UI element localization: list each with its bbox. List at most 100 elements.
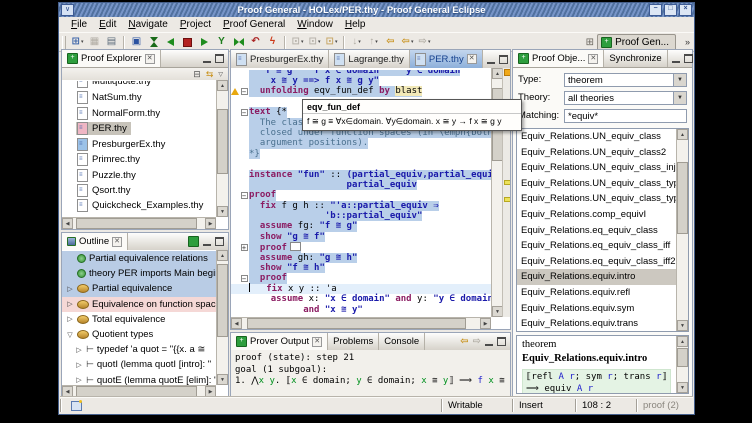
- outline-item[interactable]: ▷Equivalence on function spaces: [62, 297, 216, 312]
- theorem-list-item[interactable]: Equiv_Relations.eq_equiv_class_iff2: [517, 254, 676, 270]
- explorer-item[interactable]: NormalForm.thy: [62, 106, 216, 122]
- print-button[interactable]: ▤: [103, 34, 120, 50]
- explorer-horizontal-scrollbar[interactable]: ◀ ▶: [62, 217, 216, 229]
- open-book-button[interactable]: ▣: [128, 34, 145, 50]
- tab-proof-objects[interactable]: + Proof Obje... ✕: [513, 50, 604, 67]
- scroll-right-icon[interactable]: ▶: [205, 386, 216, 397]
- scroll-up-icon[interactable]: ▲: [217, 80, 228, 91]
- goto-target-button[interactable]: Y: [213, 34, 230, 50]
- last-edit-location-button[interactable]: ↓▾: [348, 34, 365, 50]
- editor-horizontal-scrollbar[interactable]: ◀ ▶: [231, 317, 491, 329]
- theorem-list-item[interactable]: Equiv_Relations.equiv.intro: [517, 269, 676, 285]
- theorem-list-item[interactable]: Equiv_Relations.UN_equiv_class_type2: [517, 191, 676, 207]
- minimize-view-icon[interactable]: [203, 54, 211, 63]
- close-icon[interactable]: ✕: [312, 337, 322, 347]
- tab-problems[interactable]: Problems: [328, 333, 379, 350]
- collapse-fold-icon[interactable]: −: [241, 275, 248, 282]
- minimize-view-icon[interactable]: [487, 55, 495, 64]
- outline-item[interactable]: ▷⊢quotE (lemma quotE [elim]: ": [62, 373, 216, 386]
- scroll-down-icon[interactable]: ▼: [677, 320, 688, 331]
- theorem-list-item[interactable]: Equiv_Relations.UN_equiv_class: [517, 129, 676, 145]
- maximize-button[interactable]: □: [664, 4, 677, 16]
- theory-dropdown[interactable]: all theories ▼: [564, 91, 687, 105]
- explorer-item[interactable]: Primrec.thy: [62, 152, 216, 168]
- explorer-item[interactable]: Multiquote.thy: [62, 81, 216, 90]
- scroll-up-icon[interactable]: ▲: [677, 336, 688, 347]
- new-wizard-button[interactable]: ⊞▾: [69, 34, 86, 50]
- outline-item[interactable]: ▷Partial equivalence: [62, 281, 216, 296]
- close-icon[interactable]: ✕: [467, 54, 477, 64]
- menu-help[interactable]: Help: [339, 18, 372, 31]
- menu-edit[interactable]: Edit: [93, 18, 122, 31]
- menu-navigate[interactable]: Navigate: [122, 18, 173, 31]
- theorem-list-item[interactable]: Equiv_Relations.UN_equiv_class_type: [517, 176, 676, 192]
- matching-input[interactable]: *equiv*: [564, 109, 687, 123]
- prover-output-text[interactable]: proof (state): step 21goal (1 subgoal):1…: [231, 350, 510, 397]
- stop-button[interactable]: [179, 34, 196, 50]
- close-button[interactable]: ×: [679, 4, 692, 16]
- next-step-button[interactable]: [196, 34, 213, 50]
- scroll-down-icon[interactable]: ▼: [217, 374, 228, 385]
- menu-proof-general[interactable]: Proof General: [217, 18, 291, 31]
- interrupt-button[interactable]: ϟ: [264, 34, 281, 50]
- type-dropdown[interactable]: theorem ▼: [564, 73, 687, 87]
- expand-arrow-icon[interactable]: ▷: [66, 300, 74, 308]
- outline-item[interactable]: ▷⊢typedef 'a quot = "{{x. a ≅: [62, 342, 216, 357]
- maximize-view-icon[interactable]: [499, 55, 508, 64]
- collapsed-region-box[interactable]: [290, 242, 301, 251]
- outline-item[interactable]: Partial equivalence relations: [62, 251, 216, 266]
- theorem-list-item[interactable]: Equiv_Relations.UN_equiv_class_inject: [517, 160, 676, 176]
- activate-scripting-button[interactable]: [145, 34, 162, 50]
- collapse-fold-icon[interactable]: −: [241, 192, 248, 199]
- undo-step-button[interactable]: [162, 34, 179, 50]
- editor-tab-lagrange.thy[interactable]: Lagrange.thy: [329, 50, 409, 68]
- link-with-editor-icon[interactable]: ⇆: [206, 69, 214, 80]
- expand-arrow-icon[interactable]: ▽: [66, 331, 74, 339]
- theorem-list-item[interactable]: Equiv_Relations.equiv.sym: [517, 301, 676, 317]
- outline-vertical-scrollbar[interactable]: ▲ ▼: [216, 250, 228, 385]
- back-button[interactable]: ⇦: [382, 34, 399, 50]
- open-perspective-icon[interactable]: ⊞: [586, 37, 594, 48]
- expand-fold-icon[interactable]: +: [241, 244, 248, 251]
- collapse-fold-icon[interactable]: −: [241, 109, 248, 116]
- retract-all-button[interactable]: ↶: [247, 34, 264, 50]
- theorem-list-scrollbar[interactable]: ▲ ▼: [676, 129, 688, 331]
- next-annotation-button[interactable]: ↑▾: [365, 34, 382, 50]
- collapse-fold-icon[interactable]: −: [241, 88, 248, 95]
- scroll-down-icon[interactable]: ▼: [217, 206, 228, 217]
- collapse-all-icon[interactable]: ⊟: [193, 69, 201, 80]
- theorem-list-item[interactable]: Equiv_Relations.eq_equiv_class_iff: [517, 238, 676, 254]
- outline-item[interactable]: theory PER imports Main begin: [62, 266, 216, 281]
- explorer-item[interactable]: Quickcheck_Examples.thy: [62, 199, 216, 212]
- title-bar[interactable]: ∨ Proof General - HOLex/PER.thy - Proof …: [59, 3, 694, 17]
- debug-button[interactable]: ⊡▾: [306, 34, 323, 50]
- chevron-down-icon[interactable]: ▼: [673, 92, 686, 104]
- editor-tab-per.thy[interactable]: PER.thy✕: [410, 50, 483, 68]
- theorem-list-item[interactable]: Equiv_Relations.eq_equiv_class: [517, 223, 676, 239]
- occurrence-mark[interactable]: [504, 197, 510, 202]
- chevron-down-icon[interactable]: ▼: [673, 74, 686, 86]
- occurrence-mark[interactable]: [504, 180, 510, 185]
- theory-file-list[interactable]: Multiquote.thyNatSum.thyNormalForm.thyPE…: [62, 81, 216, 217]
- scroll-left-icon[interactable]: ◀: [62, 386, 73, 397]
- expand-arrow-icon[interactable]: ▷: [66, 285, 74, 293]
- tab-proof-explorer[interactable]: + Proof Explorer ✕: [62, 50, 161, 67]
- expand-arrow-icon[interactable]: ▷: [66, 315, 74, 323]
- minimize-view-icon[interactable]: [672, 54, 680, 63]
- explorer-item[interactable]: NatSum.thy: [62, 90, 216, 106]
- forward-icon[interactable]: ⇨: [473, 336, 481, 347]
- theorem-list-item[interactable]: Equiv_Relations.equiv.trans: [517, 316, 676, 331]
- outline-tree[interactable]: Partial equivalence relationstheory PER …: [62, 251, 216, 385]
- scroll-up-icon[interactable]: ▲: [217, 250, 228, 261]
- tab-console[interactable]: Console: [379, 333, 425, 350]
- view-menu-icon[interactable]: ▽: [218, 71, 223, 78]
- close-icon[interactable]: ✕: [112, 237, 122, 247]
- minimize-view-icon[interactable]: [485, 337, 493, 346]
- back-icon[interactable]: ⇦: [460, 336, 468, 347]
- external-tools-button[interactable]: ⊡▾: [323, 34, 340, 50]
- minimize-button[interactable]: −: [649, 4, 662, 16]
- maximize-view-icon[interactable]: [684, 54, 693, 63]
- outline-item[interactable]: ▽Quotient types: [62, 327, 216, 342]
- outline-item[interactable]: ▷⊢quotI (lemma quotI [intro]: ": [62, 357, 216, 372]
- sync-outline-icon[interactable]: [188, 236, 199, 247]
